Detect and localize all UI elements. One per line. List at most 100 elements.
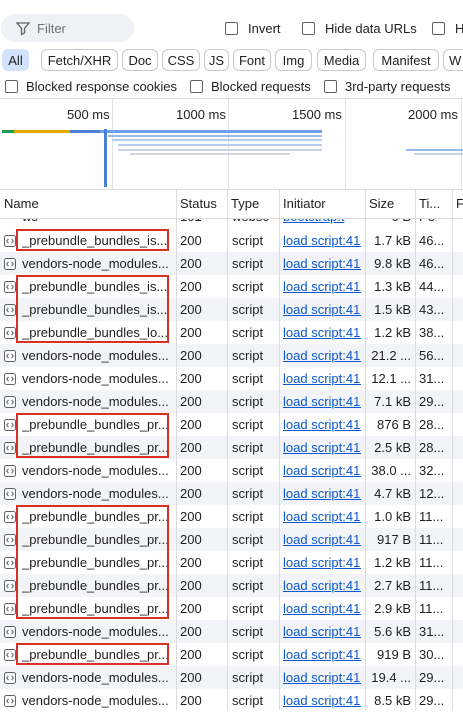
type-filter-media[interactable]: Media: [317, 49, 366, 71]
column-header-time[interactable]: Ti...: [415, 190, 452, 218]
row-name[interactable]: vendors-node_modules...: [22, 252, 172, 275]
table-row[interactable]: _prebundle_bundles_pr... 200 script load sc…: [0, 413, 463, 436]
type-filter-manifest[interactable]: Manifest: [373, 49, 439, 71]
row-status: 200: [180, 624, 202, 639]
table-row[interactable]: vendors-node_modules... 200 script load scr…: [0, 620, 463, 643]
column-header-size[interactable]: Size: [365, 190, 415, 218]
partial-row-initiator[interactable]: bootstrap.t: [283, 219, 361, 228]
table-row[interactable]: vendors-node_modules... 200 script load scr…: [0, 482, 463, 505]
checkbox-box[interactable]: [225, 22, 238, 35]
type-filter-all[interactable]: All: [2, 49, 29, 71]
row-name[interactable]: _prebundle_bundles_pr...: [22, 643, 172, 666]
checkbox-box[interactable]: [5, 80, 18, 93]
timeline-overview[interactable]: 500 ms 1000 ms 1500 ms 2000 ms: [0, 98, 463, 190]
table-row-partial[interactable]: ws 101 websc bootstrap.t 0 B Pe: [0, 219, 463, 229]
checkbox-box[interactable]: [432, 22, 445, 35]
type-filter-doc[interactable]: Doc: [122, 49, 158, 71]
column-header-name[interactable]: Name: [0, 190, 176, 218]
row-name[interactable]: _prebundle_bundles_is...: [22, 229, 172, 252]
column-header-fulfilled[interactable]: F: [452, 190, 463, 218]
row-initiator[interactable]: load script:41...: [283, 390, 361, 413]
row-initiator[interactable]: load script:41...: [283, 574, 361, 597]
filter-input[interactable]: Filter: [1, 14, 134, 42]
column-header-status[interactable]: Status: [176, 190, 226, 218]
row-name[interactable]: _prebundle_bundles_pr...: [22, 597, 172, 620]
table-row[interactable]: _prebundle_bundles_pr... 200 script load sc…: [0, 505, 463, 528]
row-name[interactable]: _prebundle_bundles_is...: [22, 275, 172, 298]
row-initiator[interactable]: load script:41...: [283, 551, 361, 574]
row-name[interactable]: vendors-node_modules...: [22, 459, 172, 482]
row-name[interactable]: _prebundle_bundles_pr...: [22, 413, 172, 436]
blocked-requests-checkbox[interactable]: Blocked requests: [190, 79, 311, 94]
row-initiator[interactable]: load script:41...: [283, 413, 361, 436]
hide-data-urls-checkbox[interactable]: Hide data URLs: [302, 21, 417, 36]
table-row[interactable]: _prebundle_bundles_lo... 200 script load sc…: [0, 321, 463, 344]
row-initiator[interactable]: load script:41...: [283, 643, 361, 666]
row-name[interactable]: vendors-node_modules...: [22, 482, 172, 505]
row-name[interactable]: vendors-node_modules...: [22, 689, 172, 712]
row-name[interactable]: vendors-node_modules...: [22, 390, 172, 413]
script-file-icon: [4, 396, 16, 408]
row-name[interactable]: _prebundle_bundles_pr...: [22, 436, 172, 459]
table-row[interactable]: vendors-node_modules... 200 script load scr…: [0, 367, 463, 390]
table-row[interactable]: vendors-node_modules... 200 script load scr…: [0, 689, 463, 712]
table-row[interactable]: _prebundle_bundles_pr... 200 script load sc…: [0, 643, 463, 666]
table-row[interactable]: vendors-node_modules... 200 script load scr…: [0, 390, 463, 413]
blocked-response-cookies-checkbox[interactable]: Blocked response cookies: [5, 79, 177, 94]
row-name[interactable]: _prebundle_bundles_pr...: [22, 528, 172, 551]
type-filter-ws[interactable]: W: [443, 49, 463, 71]
row-name[interactable]: vendors-node_modules...: [22, 344, 172, 367]
table-row[interactable]: _prebundle_bundles_is... 200 script load sc…: [0, 229, 463, 252]
type-filter-js[interactable]: JS: [204, 49, 229, 71]
row-name[interactable]: _prebundle_bundles_lo...: [22, 321, 172, 344]
table-row[interactable]: _prebundle_bundles_pr... 200 script load sc…: [0, 597, 463, 620]
row-name[interactable]: vendors-node_modules...: [22, 666, 172, 689]
table-row[interactable]: _prebundle_bundles_is... 200 script load sc…: [0, 298, 463, 321]
table-row[interactable]: _prebundle_bundles_pr... 200 script load sc…: [0, 574, 463, 597]
table-row[interactable]: vendors-node_modules... 200 script load scr…: [0, 666, 463, 689]
row-initiator[interactable]: load script:41...: [283, 666, 361, 689]
table-row[interactable]: vendors-node_modules... 200 script load scr…: [0, 344, 463, 367]
row-time: 28...: [419, 440, 445, 455]
row-initiator[interactable]: load script:41...: [283, 689, 361, 712]
row-name[interactable]: _prebundle_bundles_is...: [22, 298, 172, 321]
row-name[interactable]: _prebundle_bundles_pr...: [22, 551, 172, 574]
row-initiator[interactable]: load script:41...: [283, 298, 361, 321]
type-filter-css[interactable]: CSS: [162, 49, 200, 71]
row-initiator[interactable]: load script:41...: [283, 528, 361, 551]
table-row[interactable]: _prebundle_bundles_pr... 200 script load sc…: [0, 551, 463, 574]
table-row[interactable]: _prebundle_bundles_pr... 200 script load sc…: [0, 436, 463, 459]
row-initiator[interactable]: load script:41...: [283, 367, 361, 390]
type-filter-font[interactable]: Font: [233, 49, 271, 71]
row-initiator[interactable]: load script:41...: [283, 252, 361, 275]
row-initiator[interactable]: load script:41...: [283, 597, 361, 620]
type-filter-fetch-xhr[interactable]: Fetch/XHR: [41, 49, 118, 71]
row-initiator[interactable]: load script:41...: [283, 459, 361, 482]
row-initiator[interactable]: load script:41...: [283, 344, 361, 367]
checkbox-box[interactable]: [324, 80, 337, 93]
row-name[interactable]: vendors-node_modules...: [22, 367, 172, 390]
row-name[interactable]: vendors-node_modules...: [22, 620, 172, 643]
type-filter-img[interactable]: Img: [275, 49, 312, 71]
table-row[interactable]: _prebundle_bundles_pr... 200 script load sc…: [0, 528, 463, 551]
row-initiator[interactable]: load script:41...: [283, 321, 361, 344]
row-name[interactable]: _prebundle_bundles_pr...: [22, 574, 172, 597]
column-header-initiator[interactable]: Initiator: [279, 190, 365, 218]
column-header-type[interactable]: Type: [227, 190, 279, 218]
table-row[interactable]: vendors-node_modules... 200 script load scr…: [0, 252, 463, 275]
row-initiator[interactable]: load script:41...: [283, 275, 361, 298]
row-initiator[interactable]: load script:41...: [283, 482, 361, 505]
row-time: 11...: [419, 509, 444, 524]
row-initiator[interactable]: load script:41...: [283, 620, 361, 643]
table-row[interactable]: _prebundle_bundles_is... 200 script load sc…: [0, 275, 463, 298]
row-initiator[interactable]: load script:41...: [283, 229, 361, 252]
checkbox-box[interactable]: [190, 80, 203, 93]
table-row[interactable]: vendors-node_modules... 200 script load scr…: [0, 459, 463, 482]
row-initiator[interactable]: load script:41...: [283, 505, 361, 528]
hide-extension-urls-checkbox[interactable]: Hid: [432, 21, 463, 36]
checkbox-box[interactable]: [302, 22, 315, 35]
row-name[interactable]: _prebundle_bundles_pr...: [22, 505, 172, 528]
invert-checkbox[interactable]: Invert: [225, 21, 281, 36]
third-party-requests-checkbox[interactable]: 3rd-party requests: [324, 79, 451, 94]
row-initiator[interactable]: load script:41...: [283, 436, 361, 459]
